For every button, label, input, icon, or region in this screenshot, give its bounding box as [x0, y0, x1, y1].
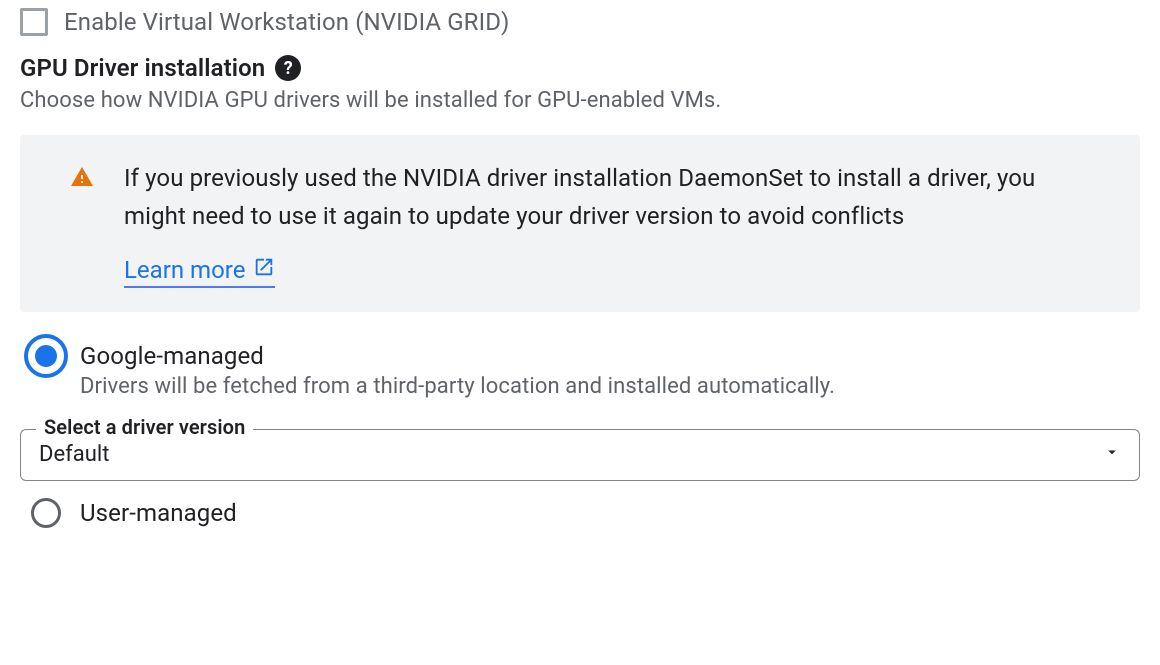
radio-google-managed-content: Google-managed Drivers will be fetched f…: [80, 342, 1140, 399]
section-title: GPU Driver installation: [20, 54, 265, 82]
enable-virtual-workstation-checkbox[interactable]: [20, 8, 48, 36]
warning-box: If you previously used the NVIDIA driver…: [20, 135, 1140, 312]
help-icon[interactable]: ?: [275, 55, 301, 81]
section-title-row: GPU Driver installation ?: [20, 54, 1140, 82]
chevron-down-icon: [1103, 443, 1121, 466]
learn-more-text: Learn more: [124, 256, 245, 284]
radio-google-managed-description: Drivers will be fetched from a third-par…: [80, 374, 1140, 399]
enable-virtual-workstation-label: Enable Virtual Workstation (NVIDIA GRID): [64, 8, 510, 36]
driver-version-select-wrap: Select a driver version Default: [20, 429, 1140, 481]
enable-virtual-workstation-row: Enable Virtual Workstation (NVIDIA GRID): [20, 8, 1140, 36]
radio-google-managed[interactable]: [24, 334, 68, 378]
driver-version-select-value: Default: [39, 442, 109, 467]
driver-version-select-label: Select a driver version: [36, 415, 253, 439]
radio-user-managed[interactable]: [24, 491, 68, 535]
radio-user-managed-row: User-managed: [20, 499, 1140, 535]
warning-text: If you previously used the NVIDIA driver…: [124, 159, 1092, 236]
learn-more-link[interactable]: Learn more: [124, 256, 275, 288]
external-link-icon: [253, 256, 275, 284]
radio-google-managed-label: Google-managed: [80, 342, 1140, 370]
warning-content: If you previously used the NVIDIA driver…: [124, 159, 1112, 288]
warning-icon: [70, 173, 94, 194]
radio-user-managed-content: User-managed: [80, 499, 1140, 531]
section-subtitle: Choose how NVIDIA GPU drivers will be in…: [20, 88, 1140, 113]
warning-icon-wrap: [48, 159, 94, 288]
radio-google-managed-row: Google-managed Drivers will be fetched f…: [20, 342, 1140, 399]
radio-user-managed-label: User-managed: [80, 499, 1140, 527]
